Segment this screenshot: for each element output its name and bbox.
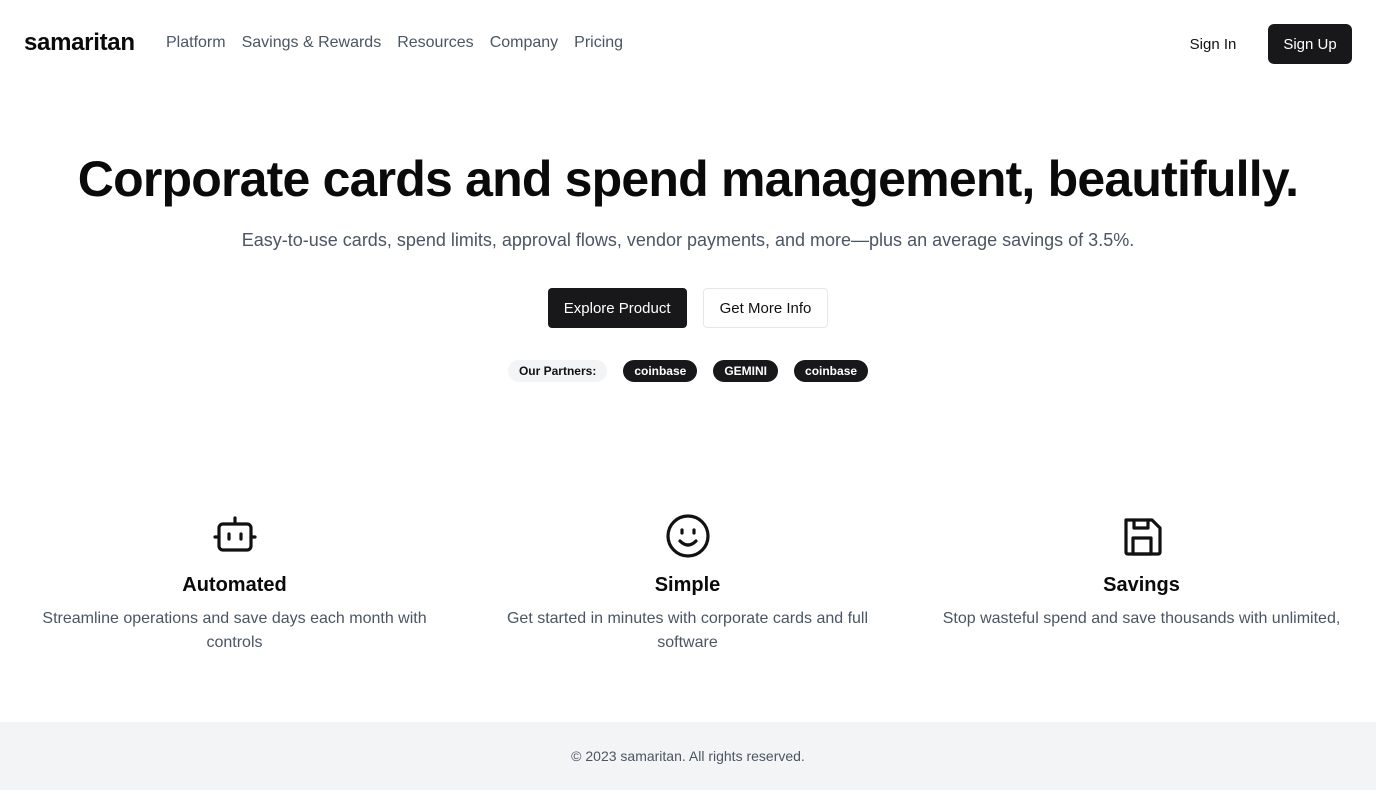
footer: © 2023 samaritan. All rights reserved. (0, 722, 1376, 790)
feature-automated: Automated Streamline operations and save… (8, 512, 461, 655)
robot-icon (211, 512, 259, 560)
partner-badge-coinbase[interactable]: coinbase (623, 360, 698, 382)
cta-row: Explore Product Get More Info (0, 288, 1376, 328)
partners-row: Our Partners: coinbase GEMINI coinbase (0, 360, 1376, 382)
partner-badge-gemini[interactable]: GEMINI (713, 360, 779, 382)
hero-subtitle: Easy-to-use cards, spend limits, approva… (241, 230, 1135, 250)
smiley-face-icon (664, 512, 712, 560)
get-more-info-button[interactable]: Get More Info (702, 288, 829, 328)
nav-links: Platform Savings & Rewards Resources Com… (166, 34, 623, 52)
sign-in-button[interactable]: Sign In (1175, 24, 1251, 64)
partner-badge-coinbase-2[interactable]: coinbase (794, 360, 869, 382)
top-navigation: samaritan Platform Savings & Rewards Res… (0, 0, 1376, 88)
feature-title: Savings (1103, 574, 1180, 596)
feature-simple: Simple Get started in minutes with corpo… (461, 512, 914, 655)
logo[interactable]: samaritan (24, 29, 135, 57)
sign-up-button[interactable]: Sign Up (1268, 24, 1352, 64)
feature-savings: Savings Stop wasteful spend and save tho… (915, 512, 1368, 631)
feature-title: Simple (654, 574, 721, 596)
hero-title: Corporate cards and spend management, be… (77, 151, 1299, 207)
feature-description: Streamline operations and save days each… (42, 610, 427, 651)
feature-title: Automated (182, 574, 287, 596)
copyright-text: © 2023 samaritan. All rights reserved. (571, 748, 805, 764)
nav-link-savings-rewards[interactable]: Savings & Rewards (242, 34, 382, 52)
partners-label: Our Partners: (507, 360, 608, 382)
feature-description: Stop wasteful spend and save thousands w… (942, 610, 1341, 627)
nav-link-platform[interactable]: Platform (166, 34, 226, 52)
nav-link-resources[interactable]: Resources (397, 34, 473, 52)
nav-link-pricing[interactable]: Pricing (574, 34, 623, 52)
feature-description: Get started in minutes with corporate ca… (506, 610, 869, 651)
explore-product-button[interactable]: Explore Product (547, 288, 687, 328)
floppy-disk-icon (1118, 512, 1166, 560)
nav-link-company[interactable]: Company (490, 34, 558, 52)
